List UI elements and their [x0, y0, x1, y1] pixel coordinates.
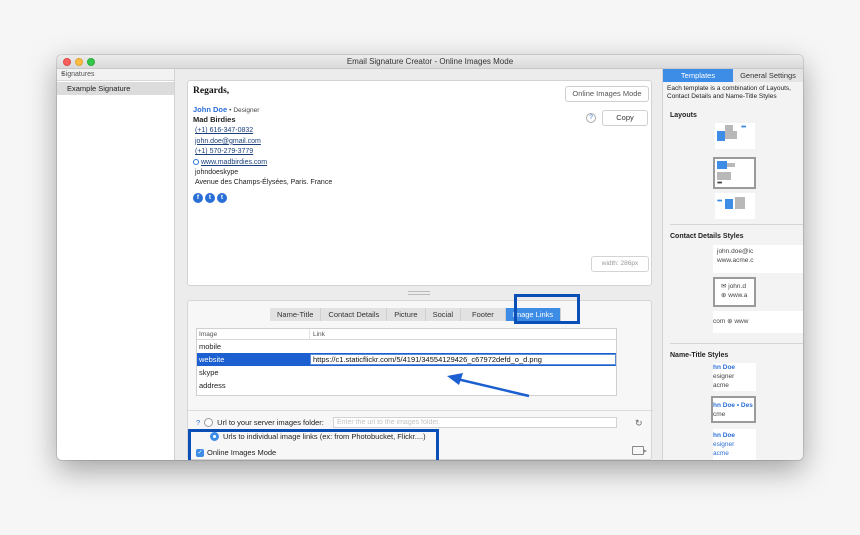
options-divider	[188, 410, 653, 411]
tab-social[interactable]: Social	[425, 308, 462, 321]
row-image-website: website	[199, 355, 225, 364]
contact-thumb-2-line-2: ⊕ www.a	[721, 292, 748, 299]
contact-thumb-2-line-1: ✉ john.d	[721, 283, 746, 290]
layout-thumb-3[interactable]: •••	[715, 193, 755, 219]
refresh-icon[interactable]: ↻	[635, 418, 643, 429]
signature-phone-1[interactable]: (+1) 616-347-0832	[193, 126, 332, 136]
templates-panel: Templates General Settings Each template…	[662, 69, 803, 460]
twitter-icon[interactable]: t	[205, 192, 215, 203]
online-images-mode-button[interactable]: Online Images Mode	[565, 86, 649, 102]
plus-icon[interactable]: +	[61, 71, 168, 78]
name-thumb-1-line-1: hn Doe	[713, 364, 736, 371]
row-link-skype[interactable]	[310, 366, 616, 379]
title-bar: Email Signature Creator - Online Images …	[57, 55, 803, 69]
contact-thumb-3-line-1: com ⊕ www	[713, 318, 749, 325]
name-thumb-1-line-3: acme	[713, 382, 729, 389]
tab-name-title[interactable]: Name-Title	[270, 308, 322, 321]
name-thumb-1-line-2: esigner	[713, 373, 735, 380]
signature-email[interactable]: john.doe@gmail.com	[193, 137, 332, 147]
server-folder-label: Url to your server images folder:	[217, 418, 324, 427]
greeting-text: Regards,	[193, 86, 230, 96]
layout-thumb-1[interactable]: •••	[715, 123, 755, 149]
contact-thumb-3[interactable]: com ⊕ www	[713, 311, 803, 333]
layouts-title: Layouts	[670, 112, 697, 119]
name-separator: •	[229, 107, 232, 114]
section-divider	[670, 343, 803, 344]
table-row[interactable]: skype	[197, 366, 616, 379]
row-image-mobile: mobile	[199, 342, 222, 351]
tab-picture[interactable]: Picture	[387, 308, 426, 321]
row-image-skype: skype	[199, 368, 219, 377]
name-thumb-1[interactable]: hn Doe esigner acme	[713, 363, 756, 391]
contact-thumb-1-line-1: john.doe@ic	[717, 248, 754, 255]
right-tabs: Templates General Settings	[663, 69, 803, 82]
sidebar-item-example-signature[interactable]: Example Signature	[57, 82, 174, 95]
section-divider	[670, 224, 803, 225]
social-icons: f t t	[193, 192, 332, 203]
contact-thumb-1-line-2: www.acme.c	[717, 257, 754, 264]
globe-icon	[193, 158, 199, 165]
editor-panel: Name-Title Contact Details Picture Socia…	[187, 294, 653, 460]
help-icon[interactable]: ?	[586, 113, 596, 123]
tab-general-settings[interactable]: General Settings	[733, 69, 803, 82]
width-badge: width: 286px	[591, 256, 649, 272]
signature-address: Avenue des Champs-Élysées, Paris. France	[195, 179, 333, 187]
server-folder-input[interactable]	[333, 417, 617, 428]
app-window: Email Signature Creator - Online Images …	[57, 55, 803, 460]
row-link-address[interactable]	[310, 379, 616, 392]
table-row[interactable]: address	[197, 379, 616, 392]
dots-icon: •••	[717, 180, 722, 187]
signature-phone-2[interactable]: (+1) 570-279-3779	[193, 147, 332, 157]
name-thumb-2-selected[interactable]: hn Doe • Des cme	[711, 396, 756, 423]
signature-website[interactable]: www.madbirdies.com	[201, 159, 267, 166]
signature-skype: johndoeskype	[195, 169, 239, 177]
facebook-icon[interactable]: f	[193, 192, 203, 203]
tumblr-icon[interactable]: t	[217, 192, 227, 203]
copy-button[interactable]: Copy	[602, 110, 648, 126]
column-header-link: Link	[313, 331, 325, 338]
table-header: Image Link	[197, 329, 616, 340]
dots-icon: •••	[741, 124, 746, 131]
contact-thumb-2-selected[interactable]: ✉ john.d ⊕ www.a	[713, 277, 756, 307]
name-thumb-3-line-1: hn Doe	[713, 432, 736, 439]
tab-footer[interactable]: Footer	[461, 308, 506, 321]
export-icon[interactable]	[632, 446, 647, 455]
name-thumb-2-line-2: cme	[713, 411, 726, 418]
signature-preview: Regards, John Doe • Designer Mad Birdies…	[187, 80, 652, 286]
signature-block: John Doe • Designer Mad Birdies (+1) 616…	[193, 105, 332, 203]
name-thumb-3-line-2: esigner	[713, 441, 735, 448]
main-area: Regards, John Doe • Designer Mad Birdies…	[175, 69, 662, 460]
name-thumb-2-line-1: hn Doe • Des	[713, 402, 753, 409]
name-title-styles-title: Name-Title Styles	[670, 352, 729, 359]
column-header-image: Image	[197, 329, 310, 339]
table-row-selected[interactable]: website	[197, 353, 616, 366]
dots-icon: •••	[717, 198, 722, 205]
split-view-grip[interactable]	[408, 291, 430, 295]
signatures-header: Signatures +	[57, 69, 174, 81]
row-link-mobile[interactable]	[310, 340, 616, 353]
signature-name: John Doe	[193, 105, 228, 114]
image-links-tab-highlight	[514, 294, 580, 324]
signature-company: Mad Birdies	[193, 115, 236, 125]
help-icon[interactable]: ?	[196, 418, 200, 427]
contact-thumb-1[interactable]: john.doe@ic www.acme.c	[713, 245, 803, 273]
row-image-address: address	[199, 381, 226, 390]
table-row[interactable]: mobile	[197, 340, 616, 353]
options-highlight	[188, 429, 439, 460]
server-folder-option[interactable]: ? Url to your server images folder:	[196, 418, 324, 427]
contact-details-styles-title: Contact Details Styles	[670, 233, 744, 240]
tab-contact-details[interactable]: Contact Details	[321, 308, 388, 321]
name-thumb-3[interactable]: hn Doe esigner acme	[713, 429, 756, 460]
image-links-table: Image Link mobile website skype address	[196, 328, 617, 396]
signature-role: Designer	[233, 107, 260, 114]
layout-thumb-2-selected[interactable]: •••	[713, 157, 756, 189]
templates-description: Each template is a combination of Layout…	[667, 85, 791, 100]
row-link-website-input[interactable]	[310, 354, 616, 365]
name-thumb-3-line-3: acme	[713, 450, 729, 457]
window-title: Email Signature Creator - Online Images …	[346, 57, 514, 66]
tab-templates[interactable]: Templates	[663, 69, 733, 82]
signatures-sidebar: Signatures + Example Signature	[57, 69, 175, 460]
server-folder-radio[interactable]	[204, 418, 214, 427]
